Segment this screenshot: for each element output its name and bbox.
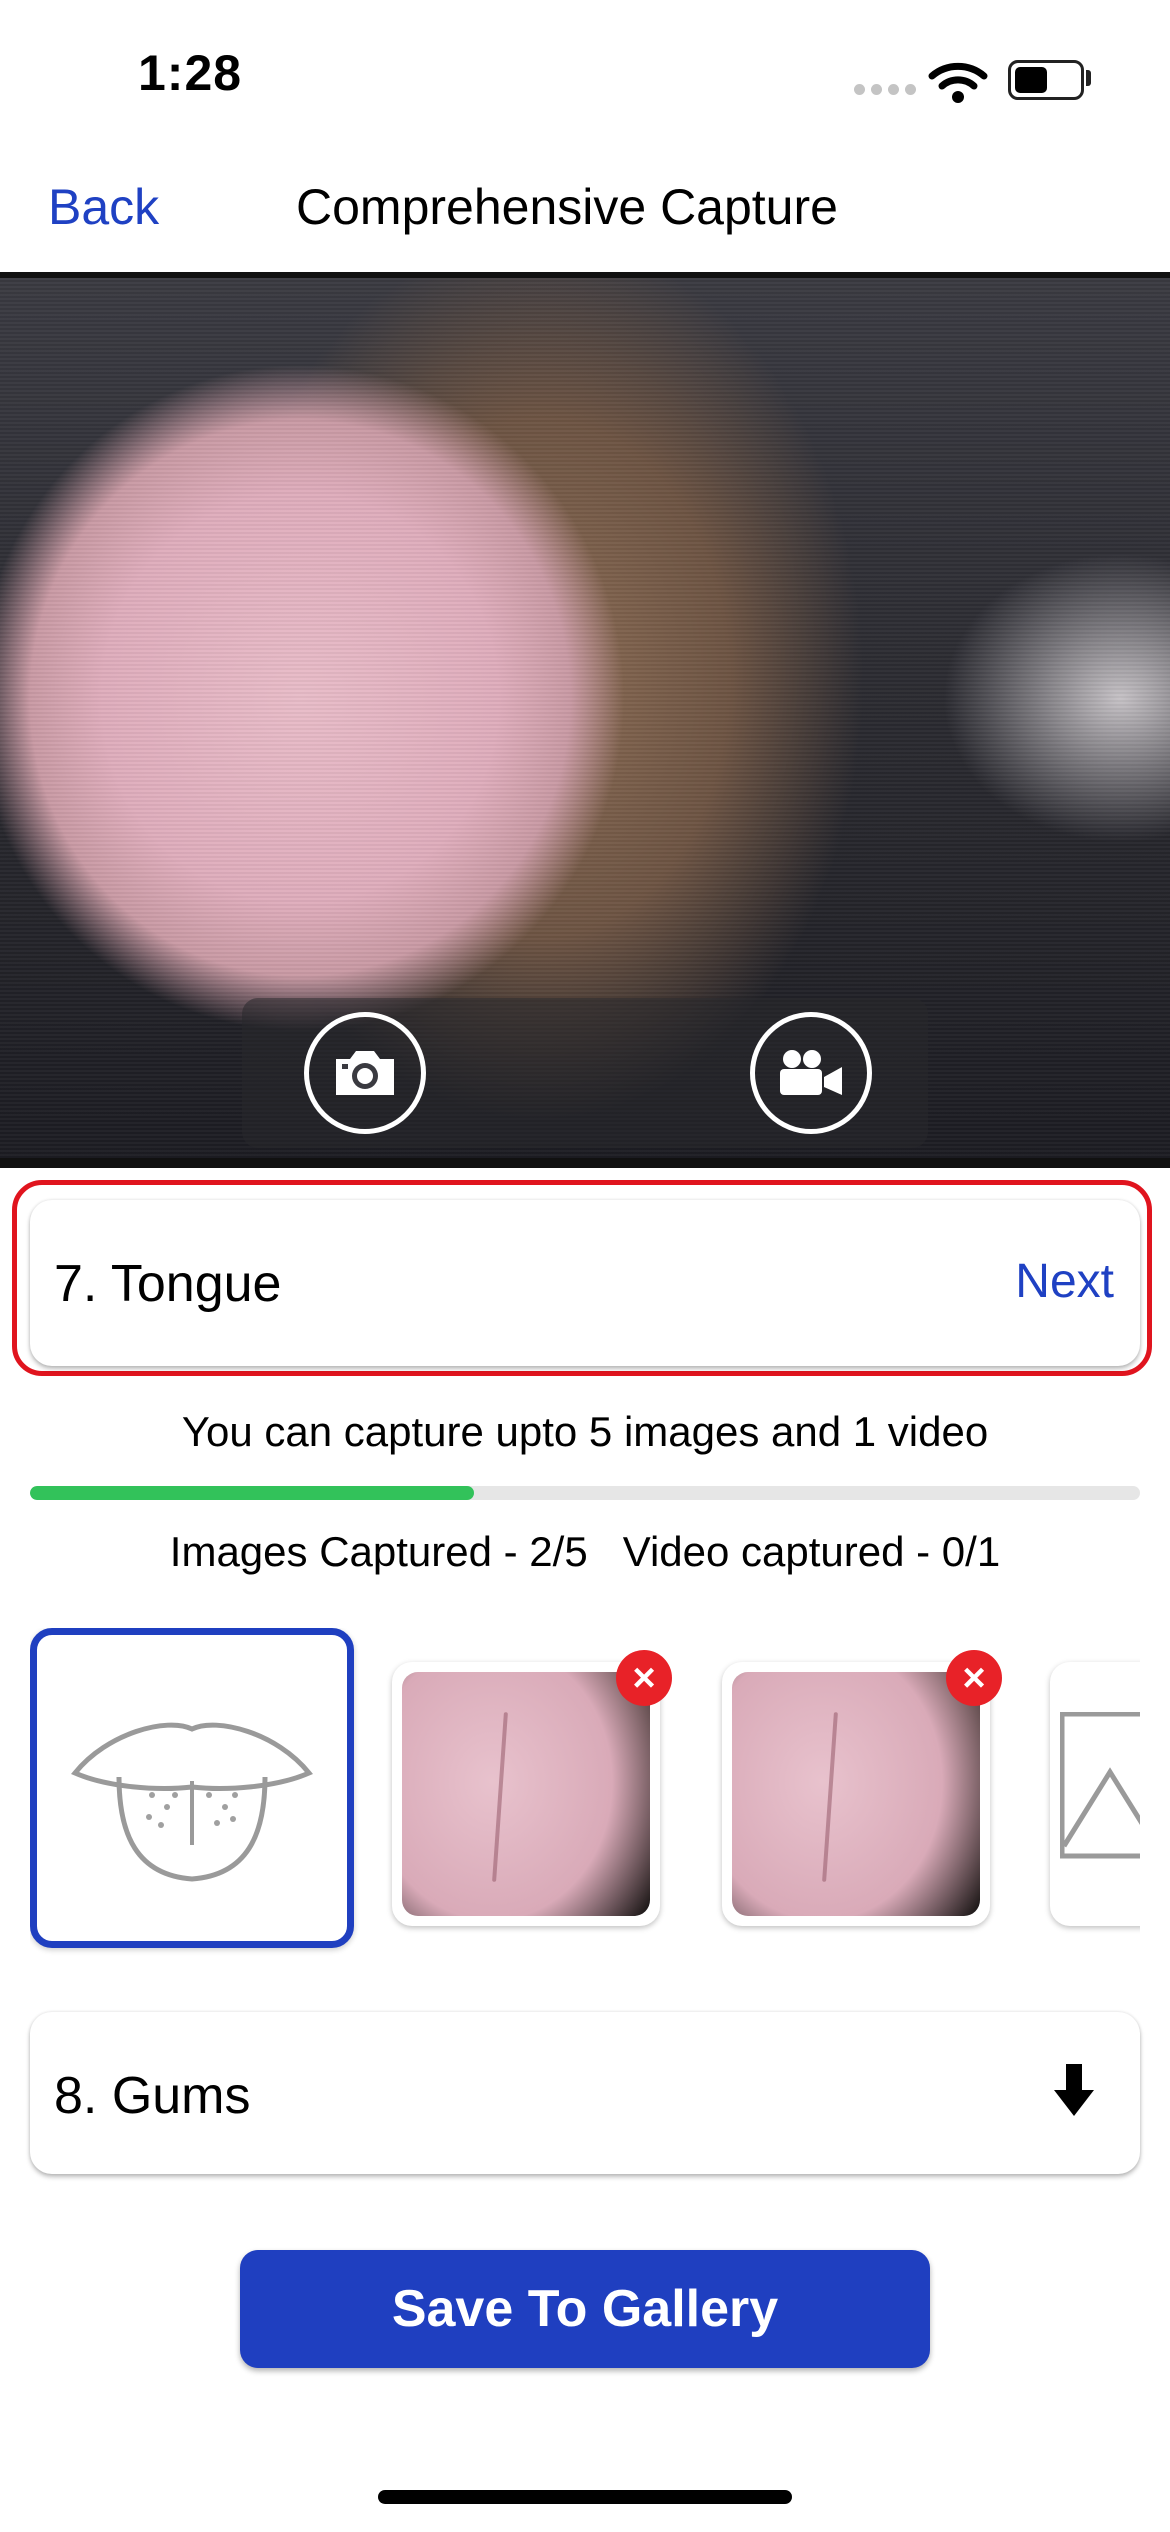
current-section-title: 7. Tongue <box>54 1255 282 1313</box>
signal-dots-icon <box>852 0 922 100</box>
battery-tip <box>1086 70 1091 86</box>
home-indicator <box>378 2490 792 2504</box>
close-icon[interactable]: × <box>946 1650 1002 1706</box>
capture-hint: You can capture upto 5 images and 1 vide… <box>181 1408 989 1455</box>
current-section-card: 7. Tongue Next <box>30 1200 1140 1366</box>
thumbnail-photo[interactable]: × <box>722 1650 1002 1926</box>
tongue-outline-icon <box>71 1722 313 1882</box>
page-title: Comprehensive Capture <box>296 179 838 235</box>
thumbnail-strip[interactable]: × × <box>30 1628 1140 1958</box>
next-button[interactable]: Next <box>1015 1254 1114 1309</box>
arrow-down-icon <box>1054 2064 1094 2116</box>
capture-photo-button[interactable] <box>304 1012 426 1134</box>
status-time: 1:28 <box>138 45 243 101</box>
thumbnail-image <box>732 1672 980 1916</box>
camera-icon <box>336 1051 394 1095</box>
capture-counts: Images Captured - 2/5 Video captured - 0… <box>169 1528 1001 1575</box>
back-button[interactable]: Back <box>48 178 159 236</box>
thumbnail-image <box>402 1672 650 1916</box>
capture-progress <box>30 1486 1140 1500</box>
save-to-gallery-button[interactable]: Save To Gallery <box>240 2250 930 2368</box>
close-icon[interactable]: × <box>616 1650 672 1706</box>
record-video-button[interactable] <box>750 1012 872 1134</box>
next-section-title: 8. Gums <box>54 2067 251 2125</box>
wifi-icon <box>928 62 988 103</box>
thumbnail-guide[interactable] <box>30 1628 354 1948</box>
thumbnail-placeholder[interactable] <box>1050 1662 1140 1926</box>
video-camera-icon <box>780 1050 842 1095</box>
capture-progress-fill <box>30 1486 474 1500</box>
preview-bottom-border <box>0 1158 1170 1168</box>
battery-icon <box>1008 60 1084 100</box>
next-section-card[interactable]: 8. Gums <box>30 2012 1140 2174</box>
image-placeholder-icon <box>1060 1712 1140 1859</box>
thumbnail-photo[interactable]: × <box>392 1650 672 1926</box>
camera-controls <box>242 998 928 1148</box>
